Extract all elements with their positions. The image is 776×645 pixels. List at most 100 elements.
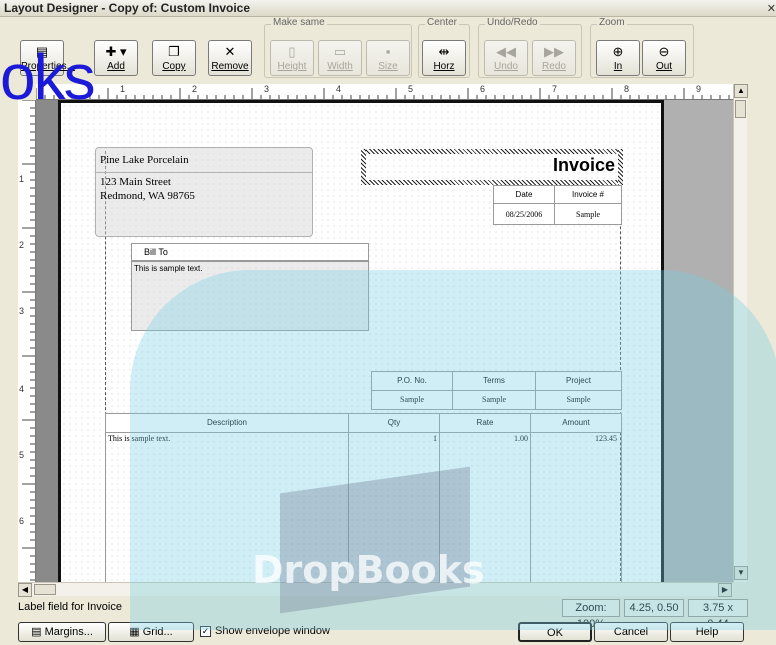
amount-column[interactable]: 123.45: [530, 432, 622, 582]
terms-value-cell[interactable]: Sample: [452, 390, 536, 410]
center-horizontal-icon: ⇹: [438, 44, 450, 59]
scroll-down-icon[interactable]: ▼: [734, 566, 748, 580]
horizontal-ruler: 1 2 3 4 5 6 7 8 9: [36, 84, 733, 100]
margins-icon: ▤: [31, 626, 45, 638]
ruler-label: 6: [480, 84, 486, 94]
add-icon: ✚ ▾: [105, 44, 127, 59]
vertical-ruler: 1 2 3 4 5 6: [18, 100, 36, 582]
scroll-up-icon[interactable]: ▲: [734, 84, 748, 98]
ruler-label: 8: [624, 84, 630, 94]
properties-button[interactable]: ▤ Properties...: [20, 40, 75, 76]
line-item-amount: 123.45: [595, 434, 617, 443]
size-icon: ▪: [385, 44, 391, 59]
company-name: Pine Lake Porcelain: [100, 154, 189, 166]
height-icon: ▯: [288, 44, 296, 59]
center-horz-button[interactable]: ⇹ Horz: [422, 40, 466, 76]
amount-header[interactable]: Amount: [530, 413, 622, 433]
copy-button[interactable]: ❐ Copy: [152, 40, 196, 76]
ruler-label: 1: [19, 174, 25, 184]
remove-icon: ✕: [224, 44, 236, 59]
vertical-scrollbar[interactable]: ▲ ▼: [733, 84, 748, 582]
invoice-number-label-cell[interactable]: Invoice #: [554, 185, 622, 204]
rate-header[interactable]: Rate: [439, 413, 531, 433]
ruler-label: 3: [19, 306, 25, 316]
date-label-cell[interactable]: Date: [493, 185, 555, 204]
copy-icon: ❐: [168, 44, 180, 59]
make-same-size-button[interactable]: ▪ Size: [366, 40, 410, 76]
make-same-width-button[interactable]: ▭ Width: [318, 40, 362, 76]
ruler-label: 2: [19, 240, 25, 250]
zoom-out-icon: ⊖: [658, 44, 670, 59]
scroll-thumb[interactable]: [34, 584, 56, 595]
zoom-in-button[interactable]: ⊕ In: [596, 40, 640, 76]
redo-button[interactable]: ▶▶ Redo: [532, 40, 576, 76]
date-value-cell[interactable]: 08/25/2006: [493, 203, 555, 225]
rate-column[interactable]: 1.00: [439, 432, 531, 582]
company-address-line2: Redmond, WA 98765: [100, 190, 195, 202]
ruler-label: 4: [19, 384, 25, 394]
add-button[interactable]: ✚ ▾ Add: [94, 40, 138, 76]
undo-icon: ◀◀: [496, 44, 516, 59]
toolbar: ▤ Properties... ✚ ▾ Add ❐ Copy ✕ Remove …: [0, 17, 776, 82]
description-header[interactable]: Description: [105, 413, 349, 433]
undo-button[interactable]: ◀◀ Undo: [484, 40, 528, 76]
show-envelope-checkbox[interactable]: ✓: [200, 626, 211, 637]
qty-header[interactable]: Qty: [348, 413, 440, 433]
layout-canvas[interactable]: Pine Lake Porcelain 123 Main Street Redm…: [36, 100, 733, 582]
size-status: 3.75 x 0.44: [688, 599, 748, 630]
ruler-label: 9: [696, 84, 702, 94]
scroll-right-icon[interactable]: ▶: [718, 583, 732, 597]
po-label-cell[interactable]: P.O. No.: [371, 371, 453, 391]
zoom-in-icon: ⊕: [612, 44, 624, 59]
remove-button[interactable]: ✕ Remove: [208, 40, 252, 76]
line-item-description: This is sample text.: [108, 434, 171, 443]
project-label-cell[interactable]: Project: [535, 371, 622, 391]
close-icon[interactable]: ✕: [767, 1, 776, 17]
scroll-left-icon[interactable]: ◀: [18, 583, 32, 597]
margins-button[interactable]: ▤ Margins...: [18, 622, 106, 642]
po-value-cell[interactable]: Sample: [371, 390, 453, 410]
scroll-thumb[interactable]: [735, 100, 746, 118]
line-item-qty: 1: [433, 434, 437, 443]
ruler-label: 2: [192, 84, 198, 94]
ruler-label: 7: [552, 84, 558, 94]
width-icon: ▭: [333, 44, 347, 59]
qty-column[interactable]: 1: [348, 432, 440, 582]
off-page-area: [664, 100, 733, 582]
bill-to-text-field[interactable]: This is sample text.: [131, 261, 369, 331]
make-same-height-button[interactable]: ▯ Height: [270, 40, 314, 76]
invoice-page[interactable]: Pine Lake Porcelain 123 Main Street Redm…: [58, 100, 664, 582]
window-titlebar: Layout Designer - Copy of: Custom Invoic…: [0, 0, 776, 17]
ruler-ticks: [22, 100, 35, 581]
cancel-button[interactable]: Cancel: [594, 622, 668, 642]
invoice-title: Invoice: [552, 155, 615, 175]
properties-icon: ▤: [35, 44, 49, 59]
ok-button[interactable]: OK: [518, 622, 592, 642]
ruler-label: 1: [120, 84, 126, 94]
ruler-label: 5: [408, 84, 414, 94]
terms-label-cell[interactable]: Terms: [452, 371, 536, 391]
invoice-title-field[interactable]: Invoice: [361, 149, 623, 185]
company-info-field[interactable]: Pine Lake Porcelain 123 Main Street Redm…: [95, 147, 313, 237]
help-button[interactable]: Help: [670, 622, 744, 642]
project-value-cell[interactable]: Sample: [535, 390, 622, 410]
description-column[interactable]: This is sample text.: [105, 432, 349, 582]
divider: [96, 172, 312, 173]
ruler-label: 3: [264, 84, 270, 94]
show-envelope-label: Show envelope window: [215, 625, 330, 637]
company-address-line1: 123 Main Street: [100, 176, 171, 188]
zoom-out-button[interactable]: ⊖ Out: [642, 40, 686, 76]
horizontal-scrollbar[interactable]: ◀ ▶: [18, 582, 733, 597]
window-title: Layout Designer - Copy of: Custom Invoic…: [4, 1, 251, 15]
ruler-label: 6: [19, 516, 25, 526]
ruler-label: 5: [19, 450, 25, 460]
invoice-number-value-cell[interactable]: Sample: [554, 203, 622, 225]
bill-to-label[interactable]: Bill To: [131, 243, 369, 261]
zoom-status: Zoom: 100%: [562, 599, 620, 630]
line-item-rate: 1.00: [514, 434, 528, 443]
status-label: Label field for Invoice: [18, 601, 122, 613]
grid-button[interactable]: ▦ Grid...: [108, 622, 194, 642]
grid-icon: ▦: [129, 626, 143, 638]
position-status: 4.25, 0.50: [624, 599, 684, 617]
redo-icon: ▶▶: [544, 44, 564, 59]
